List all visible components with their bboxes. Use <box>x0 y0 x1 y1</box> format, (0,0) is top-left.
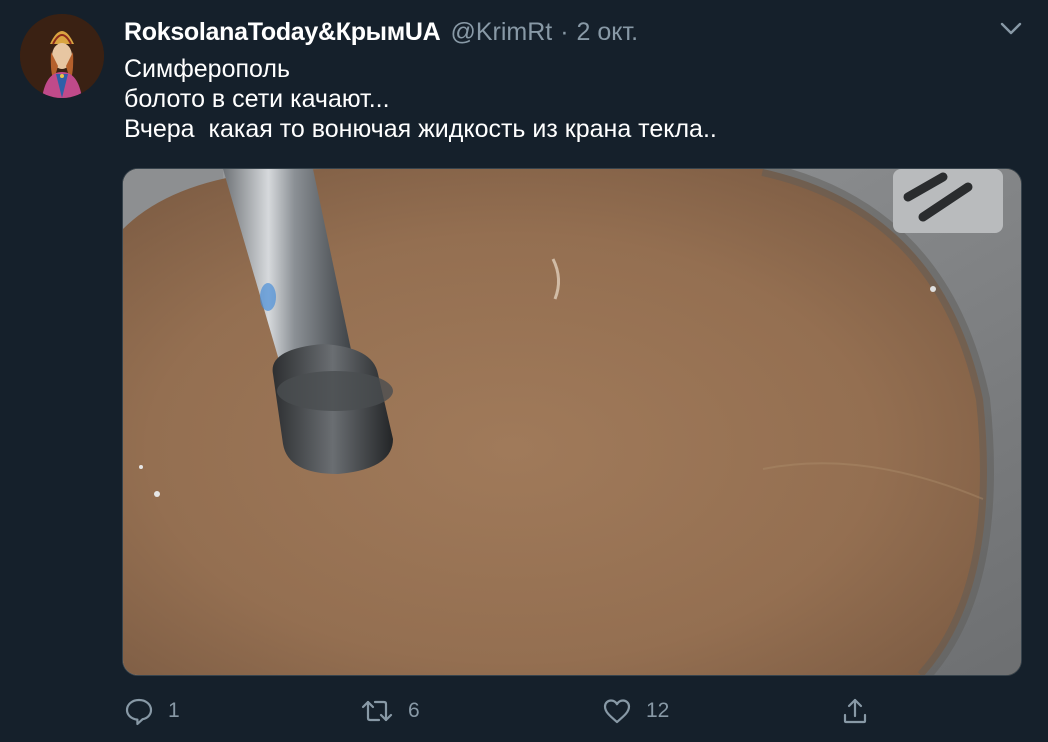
share-icon <box>843 698 867 724</box>
tweet-photo[interactable] <box>122 168 1022 676</box>
retweet-button[interactable]: 6 <box>360 690 420 732</box>
like-button[interactable]: 12 <box>602 690 669 732</box>
tweet-text-line: болото в сети качают... <box>124 85 390 113</box>
user-handle[interactable]: @KrimRt <box>450 18 552 47</box>
tweet-text-line: Симферополь <box>124 55 290 83</box>
heart-icon <box>603 699 631 724</box>
avatar[interactable] <box>20 14 104 98</box>
tweet-date[interactable]: 2 окт. <box>577 18 639 47</box>
share-button[interactable] <box>840 690 870 732</box>
display-name[interactable]: RoksolanaToday&КрымUA <box>124 18 441 47</box>
reply-count: 1 <box>168 699 180 722</box>
tweet: RoksolanaToday&КрымUA @KrimRt · 2 окт. С… <box>0 0 1048 742</box>
action-bar: 1 6 12 <box>124 690 884 732</box>
tweet-text: Симферополь болото в сети качают... Вчер… <box>124 54 1004 144</box>
retweet-count: 6 <box>408 699 420 722</box>
tweet-header: RoksolanaToday&КрымUA @KrimRt · 2 окт. <box>124 14 638 50</box>
chevron-down-icon[interactable] <box>996 14 1026 44</box>
retweet-icon <box>361 700 393 722</box>
separator-dot: · <box>560 17 569 46</box>
tweet-text-line: Вчера какая то вонючая жидкость из крана… <box>124 115 717 143</box>
reply-button[interactable]: 1 <box>124 690 180 732</box>
reply-icon <box>125 698 153 726</box>
like-count: 12 <box>646 699 670 722</box>
